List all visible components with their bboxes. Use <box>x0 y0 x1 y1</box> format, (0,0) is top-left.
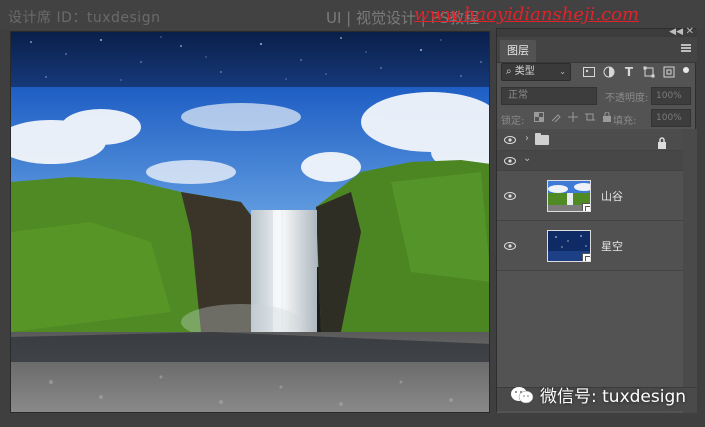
chevron-down-icon: ⌄ <box>559 67 566 76</box>
panel-menu-icon[interactable] <box>681 44 691 52</box>
layer-row-sky[interactable]: 星空 <box>497 221 683 271</box>
waterfall-photo <box>11 32 489 412</box>
eye-icon[interactable] <box>503 241 517 251</box>
lock-icon <box>657 134 667 149</box>
search-icon: ⌕ <box>506 66 512 77</box>
layer-filter-row: ⌕ 类型 ⌄ T <box>501 63 693 85</box>
close-panel-icon[interactable]: ✕ <box>686 27 694 37</box>
layers-list: › ⌄ 山谷 星空 <box>497 129 697 413</box>
opacity-input[interactable]: 100% <box>651 87 691 105</box>
folder-icon <box>535 133 549 145</box>
lock-all-icon[interactable] <box>601 111 613 123</box>
lock-position-icon[interactable] <box>567 111 579 123</box>
lock-artboard-icon[interactable] <box>584 111 596 123</box>
wechat-watermark: 微信号: tuxdesign <box>510 382 686 407</box>
wechat-icon <box>510 385 534 405</box>
filter-toggle-icon[interactable] <box>683 67 689 73</box>
shape-filter-icon[interactable] <box>641 64 657 80</box>
opacity-label: 不透明度: <box>605 93 649 104</box>
layers-scrollbar[interactable] <box>683 129 697 413</box>
watermark-url: www.haoyidiansheji.com <box>414 4 640 25</box>
type-filter-icon[interactable]: T <box>621 64 637 80</box>
filter-kind-label: 类型 <box>514 66 535 77</box>
waterfall-thumbnail <box>547 180 591 212</box>
layer-name[interactable]: 山谷 <box>601 188 623 204</box>
top-watermark-bar: 设计席 ID：tuxdesign UI | 视觉设计 | PS教程 www.ha… <box>0 0 705 30</box>
wechat-id-text: 微信号: tuxdesign <box>540 387 687 407</box>
lock-pixels-icon[interactable] <box>550 111 562 123</box>
filter-kind-select[interactable]: ⌕ 类型 ⌄ <box>501 63 571 81</box>
lock-row: 锁定: 填充: 100% <box>501 109 693 129</box>
layer-row-group[interactable]: › <box>497 129 683 151</box>
layer-row-valley[interactable]: 山谷 <box>497 171 683 221</box>
eye-icon[interactable] <box>503 156 517 166</box>
tab-layers[interactable]: 图层 <box>500 40 536 62</box>
fill-label: 填充: <box>613 116 637 127</box>
filter-icons: T <box>581 64 677 82</box>
blend-mode-select[interactable]: 正常 <box>501 87 597 105</box>
collapse-panel-icon[interactable]: ◀◀ <box>669 27 683 37</box>
lock-transparent-icon[interactable] <box>533 111 545 123</box>
image-filter-icon[interactable] <box>581 64 597 80</box>
chevron-right-icon[interactable]: › <box>525 133 529 144</box>
document-canvas[interactable] <box>10 31 490 413</box>
smart-object-filter-icon[interactable] <box>661 64 677 80</box>
adjustment-filter-icon[interactable] <box>601 64 617 80</box>
eye-icon[interactable] <box>503 191 517 201</box>
panel-tab-row: 图层 <box>497 37 697 63</box>
layer-row-subgroup[interactable]: ⌄ <box>497 151 683 171</box>
eye-icon[interactable] <box>503 135 517 145</box>
layer-name[interactable]: 星空 <box>601 238 623 254</box>
smart-object-badge-icon <box>582 253 590 261</box>
panel-titlebar: ◀◀ ✕ <box>497 27 697 37</box>
chevron-down-icon[interactable]: ⌄ <box>523 153 531 164</box>
starry-sky-thumbnail <box>547 230 591 262</box>
fill-input[interactable]: 100% <box>651 109 691 127</box>
lock-label: 锁定: <box>501 116 525 127</box>
layers-panel: ◀◀ ✕ 图层 ⌕ 类型 ⌄ T 正常 不透明度: 100% 锁定: 填充: 1… <box>496 27 697 413</box>
lock-icons <box>533 111 613 123</box>
watermark-designer-id: 设计席 ID：tuxdesign <box>8 10 161 26</box>
smart-object-badge-icon <box>582 203 590 211</box>
blend-row: 正常 不透明度: 100% <box>501 87 693 107</box>
